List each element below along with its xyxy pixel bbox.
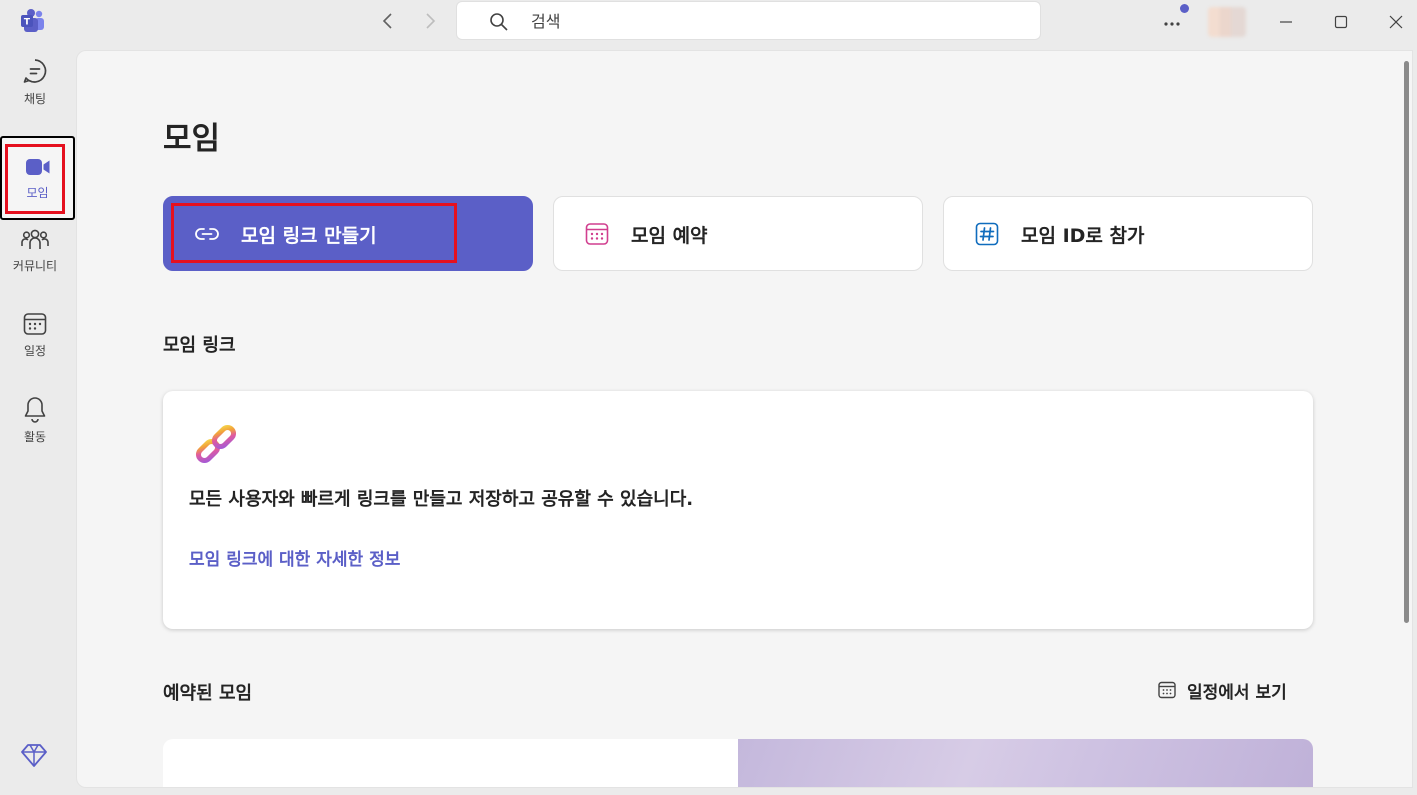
chevron-left-icon <box>382 13 392 29</box>
join-with-id-button[interactable]: 모임 ID로 참가 <box>943 196 1313 271</box>
scheduled-meetings-illustration <box>738 739 1313 787</box>
meeting-links-heading: 모임 링크 <box>163 335 236 356</box>
hashtag-icon <box>975 222 999 246</box>
rail-label-calendar: 일정 <box>23 344 47 358</box>
maximize-icon <box>1334 15 1348 29</box>
app-rail: 채팅 모임 커뮤니티 일정 활동 <box>0 44 76 795</box>
view-in-calendar-label: 일정에서 보기 <box>1187 682 1287 703</box>
bell-icon <box>24 397 46 423</box>
rail-label-chat: 채팅 <box>23 92 47 106</box>
maximize-button[interactable] <box>1327 8 1355 36</box>
rail-label-activity: 활동 <box>23 430 47 444</box>
scheduled-meetings-heading: 예약된 모임 <box>163 683 253 704</box>
avatar[interactable] <box>1208 7 1246 37</box>
search-input[interactable] <box>531 9 1011 33</box>
meeting-links-card: 모든 사용자와 빠르게 링크를 만들고 저장하고 공유할 수 있습니다. 모임 … <box>163 391 1313 629</box>
rail-label-community: 커뮤니티 <box>12 259 58 273</box>
scheduled-meetings-card <box>163 739 1313 787</box>
calendar-icon <box>23 313 47 335</box>
schedule-meeting-button[interactable]: 모임 예약 <box>553 196 923 271</box>
search-icon <box>490 13 508 31</box>
rail-item-activity[interactable]: 활동 <box>0 382 70 458</box>
highlight-box-create <box>171 203 457 263</box>
minimize-icon <box>1280 21 1292 23</box>
highlight-box-rail <box>5 144 65 214</box>
calendar-icon <box>585 223 609 245</box>
search-box[interactable] <box>456 1 1041 40</box>
main-content: 모임 모임 링크 만들기 모임 예약 모임 ID로 참가 모임 링크 모든 사용… <box>76 50 1413 788</box>
chain-link-icon <box>195 424 237 464</box>
rail-item-chat[interactable]: 채팅 <box>0 44 70 120</box>
chat-icon <box>23 59 47 83</box>
join-with-id-label: 모임 ID로 참가 <box>1021 225 1145 247</box>
teams-logo-icon[interactable]: T <box>20 8 46 34</box>
close-icon <box>1389 15 1403 29</box>
notification-dot <box>1180 4 1189 13</box>
chevron-right-icon <box>426 13 436 29</box>
meeting-links-description: 모든 사용자와 빠르게 링크를 만들고 저장하고 공유할 수 있습니다. <box>189 489 694 510</box>
svg-text:T: T <box>24 18 31 28</box>
close-button[interactable] <box>1382 8 1410 36</box>
calendar-icon <box>1158 681 1176 699</box>
rail-item-calendar[interactable]: 일정 <box>0 297 70 373</box>
community-icon <box>21 229 49 249</box>
title-bar: T <box>0 0 1417 44</box>
forward-button[interactable] <box>418 9 442 33</box>
meeting-links-learn-more-link[interactable]: 모임 링크에 대한 자세한 정보 <box>189 545 400 570</box>
view-in-calendar-button[interactable]: 일정에서 보기 <box>1157 677 1287 703</box>
schedule-meeting-label: 모임 예약 <box>631 225 708 247</box>
scrollbar[interactable] <box>1404 61 1409 623</box>
rail-item-community[interactable]: 커뮤니티 <box>0 212 70 288</box>
diamond-icon[interactable] <box>20 741 48 769</box>
minimize-button[interactable] <box>1272 8 1300 36</box>
page-title: 모임 <box>163 121 221 157</box>
back-button[interactable] <box>376 9 400 33</box>
